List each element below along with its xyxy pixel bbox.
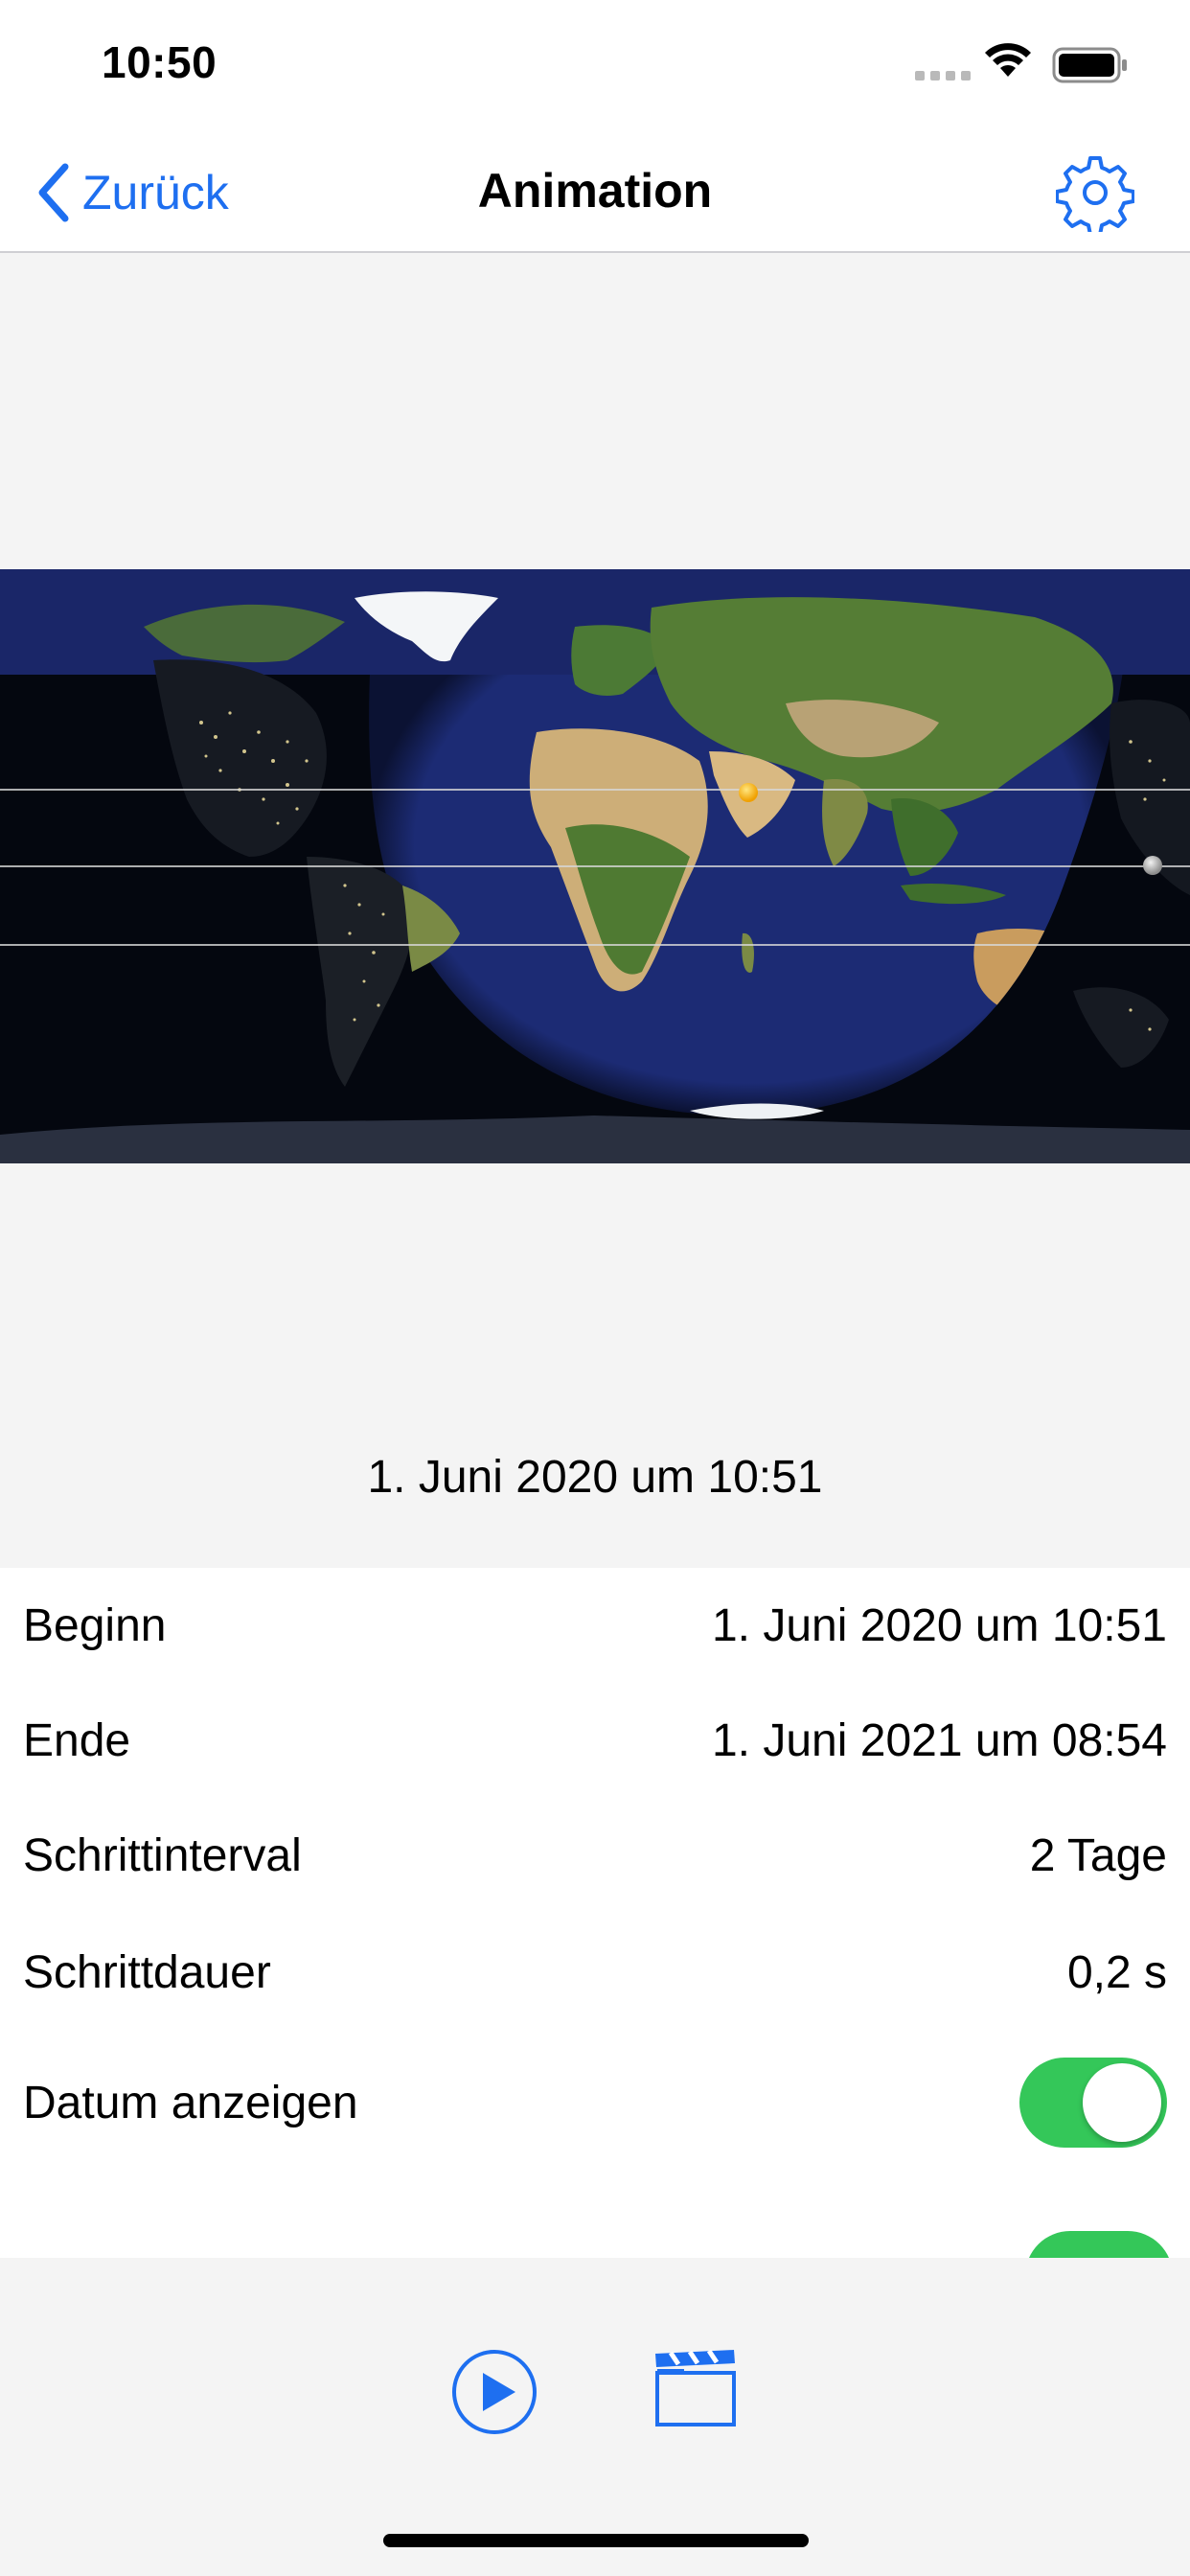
animation-settings-list: Beginn 1. Juni 2020 um 10:51 Ende 1. Jun…	[0, 1568, 1190, 2258]
row-label: Schrittinterval	[23, 1829, 302, 1881]
world-map-graphic	[0, 569, 1190, 1163]
row-value: 1. Juni 2020 um 10:51	[711, 1599, 1167, 1651]
row-value: 2 Tage	[1029, 1829, 1167, 1881]
row-end[interactable]: Ende 1. Juni 2021 um 08:54	[0, 1683, 1190, 1798]
sun-icon	[739, 783, 758, 802]
row-step-duration[interactable]: Schrittdauer 0,2 s	[0, 1915, 1190, 2030]
play-icon[interactable]	[450, 2348, 538, 2436]
show-date-toggle[interactable]	[1019, 2058, 1167, 2148]
battery-icon	[1052, 47, 1127, 83]
world-map[interactable]	[0, 569, 1190, 1163]
toggle-knob	[1083, 2063, 1161, 2142]
cellular-signal-icon	[915, 71, 971, 80]
moon-icon	[1143, 856, 1162, 875]
status-bar: 10:50	[0, 0, 1190, 134]
row-label: Schrittdauer	[23, 1946, 271, 1998]
clapperboard-icon[interactable]	[652, 2344, 740, 2432]
row-value: 0,2 s	[1066, 1946, 1167, 1998]
row-label: Datum anzeigen	[23, 2077, 358, 2128]
row-value: 1. Juni 2021 um 08:54	[711, 1714, 1167, 1766]
row-show-date: Datum anzeigen	[0, 2045, 1190, 2160]
bottom-toolbar	[0, 2258, 1190, 2576]
row-step-interval[interactable]: Schrittinterval 2 Tage	[0, 1798, 1190, 1913]
next-toggle-partial[interactable]	[1025, 2231, 1173, 2258]
current-date-label: 1. Juni 2020 um 10:51	[367, 1452, 823, 1503]
wifi-icon	[985, 43, 1031, 77]
row-label: Beginn	[23, 1599, 167, 1651]
row-label: Ende	[23, 1714, 131, 1766]
navigation-bar: Zurück Animation	[0, 134, 1190, 253]
row-begin[interactable]: Beginn 1. Juni 2020 um 10:51	[0, 1568, 1190, 1683]
page-title: Animation	[477, 164, 713, 218]
home-indicator	[383, 2534, 809, 2547]
status-time: 10:50	[102, 37, 217, 87]
gear-icon[interactable]	[1056, 153, 1134, 232]
